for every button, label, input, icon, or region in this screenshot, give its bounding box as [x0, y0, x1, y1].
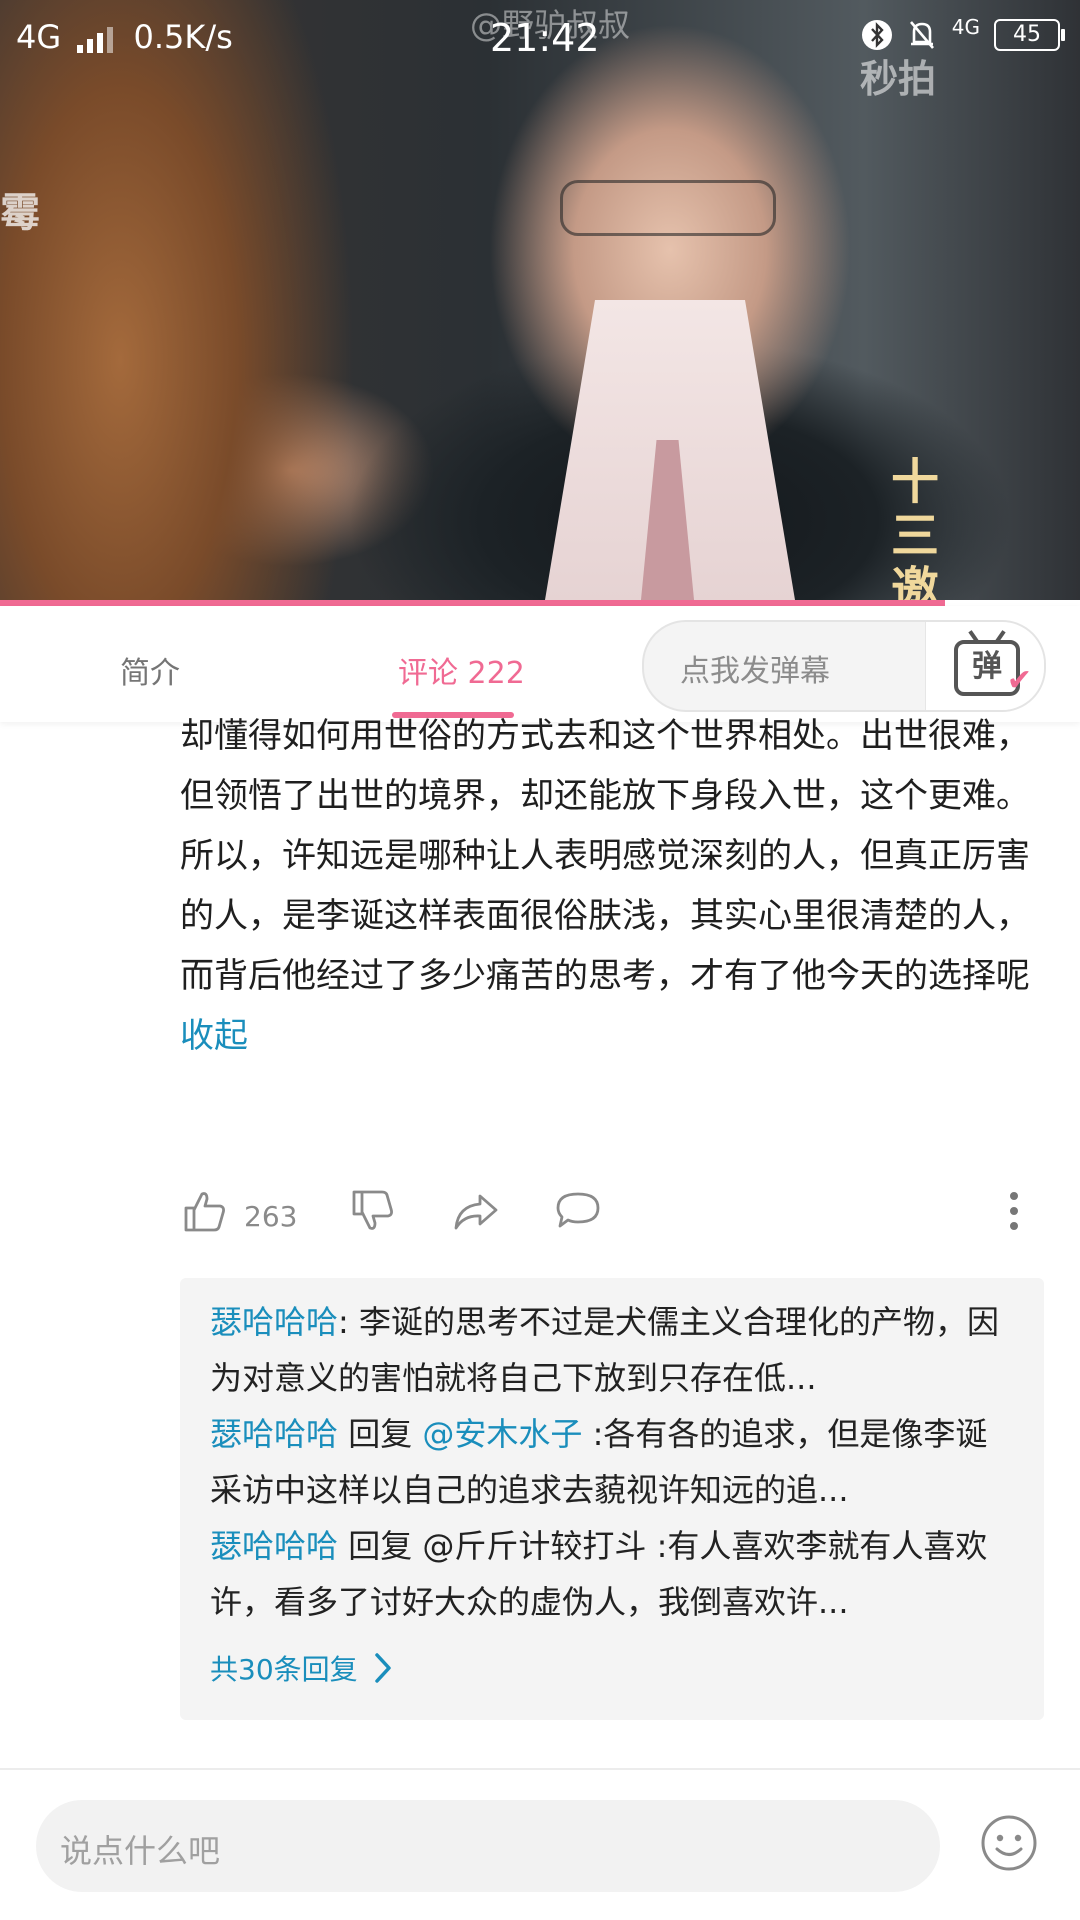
reply-username[interactable]: 瑟哈哈哈: [210, 1303, 338, 1341]
show-logo: 十三邀: [890, 454, 939, 606]
tab-comments[interactable]: 评论 222: [398, 648, 525, 692]
view-all-replies-link[interactable]: 共30条回复: [210, 1648, 392, 1688]
reply-item[interactable]: 瑟哈哈哈: 李诞的思考不过是犬儒主义合理化的产物，因为对意义的害怕就将自己下放到…: [210, 1294, 1010, 1406]
divider: [0, 1768, 1080, 1770]
thumbs-up-icon: [184, 1192, 225, 1232]
tab-bar: 简介 评论 222 点我发弹幕 弹 ✔: [0, 606, 1080, 722]
reply-word: 回复: [338, 1527, 423, 1565]
like-count: 263: [244, 1200, 298, 1233]
replies-panel: 瑟哈哈哈: 李诞的思考不过是犬儒主义合理化的产物，因为对意义的害怕就将自己下放到…: [180, 1278, 1044, 1720]
comment-item: 却懂得如何用世俗的方式去和这个世界相处。出世很难，但领悟了出世的境界，却还能放下…: [180, 716, 1046, 1066]
comment-bubble-icon: [556, 1192, 600, 1228]
collapse-link[interactable]: 收起: [180, 1006, 1046, 1066]
like-button[interactable]: 263: [180, 1186, 297, 1236]
video-frame-glasses: [560, 180, 776, 236]
network-speed: 0.5K/s: [133, 18, 233, 56]
dislike-button[interactable]: [348, 1186, 398, 1236]
comment-text: 却懂得如何用世俗的方式去和这个世界相处。出世很难，但领悟了出世的境界，却还能放下…: [180, 716, 1030, 996]
signal-icon: [77, 25, 114, 53]
status-time: 21:42: [490, 16, 600, 60]
comment-input-placeholder: 说点什么吧: [60, 1832, 221, 1870]
danmaku-icon: 弹 ✔: [954, 630, 1032, 698]
notification-off-icon: [909, 21, 934, 49]
status-bar: 4G 0.5K/s 21:42 4G 45: [0, 0, 1080, 70]
tab-intro[interactable]: 简介: [120, 648, 180, 692]
share-button[interactable]: [450, 1186, 502, 1236]
reply-to-user[interactable]: @斤斤计较打斗: [422, 1527, 646, 1565]
thumbs-down-icon: [352, 1190, 393, 1230]
reply-word: 回复: [338, 1415, 423, 1453]
check-icon: ✔: [1006, 663, 1032, 698]
view-all-replies-label: 共30条回复: [210, 1653, 358, 1686]
status-right: 4G 45: [861, 15, 1065, 52]
danmaku-toggle[interactable]: 弹 ✔: [925, 622, 1044, 710]
bluetooth-icon: [861, 20, 892, 50]
danmaku-icon-char: 弹: [972, 649, 1002, 684]
network-type: 4G: [16, 18, 62, 56]
reply-item[interactable]: 瑟哈哈哈 回复 @斤斤计较打斗 :有人喜欢李就有人喜欢许，看多了讨好大众的虚伪人…: [210, 1518, 1010, 1630]
share-icon: [454, 1194, 498, 1230]
reply-to-user[interactable]: @安木水子: [422, 1415, 582, 1453]
status-left: 4G 0.5K/s: [16, 18, 233, 56]
battery-level: 45: [1013, 22, 1041, 47]
battery-icon: 45: [994, 19, 1065, 51]
more-vertical-icon: [1010, 1192, 1018, 1230]
video-player[interactable]: @野驴叔叔 秒拍 霉 十三邀: [0, 0, 1080, 606]
reply-username[interactable]: 瑟哈哈哈: [210, 1527, 338, 1565]
more-options-button[interactable]: [1006, 1186, 1022, 1236]
emoji-icon[interactable]: [980, 1814, 1038, 1872]
chevron-right-icon: [374, 1653, 391, 1683]
danmaku-placeholder: 点我发弹幕: [680, 654, 830, 689]
reply-button[interactable]: [552, 1186, 604, 1236]
reply-item[interactable]: 瑟哈哈哈 回复 @安木水子 :各有各的追求，但是像李诞采访中这样以自己的追求去藐…: [210, 1406, 1010, 1518]
reply-username[interactable]: 瑟哈哈哈: [210, 1415, 338, 1453]
comment-actions: 263: [180, 1180, 1046, 1250]
video-side-text: 霉: [0, 190, 40, 236]
comment-input[interactable]: 说点什么吧: [36, 1800, 940, 1892]
network-type-right: 4G: [951, 15, 980, 39]
send-danmaku-button[interactable]: 点我发弹幕 弹 ✔: [642, 620, 1046, 712]
